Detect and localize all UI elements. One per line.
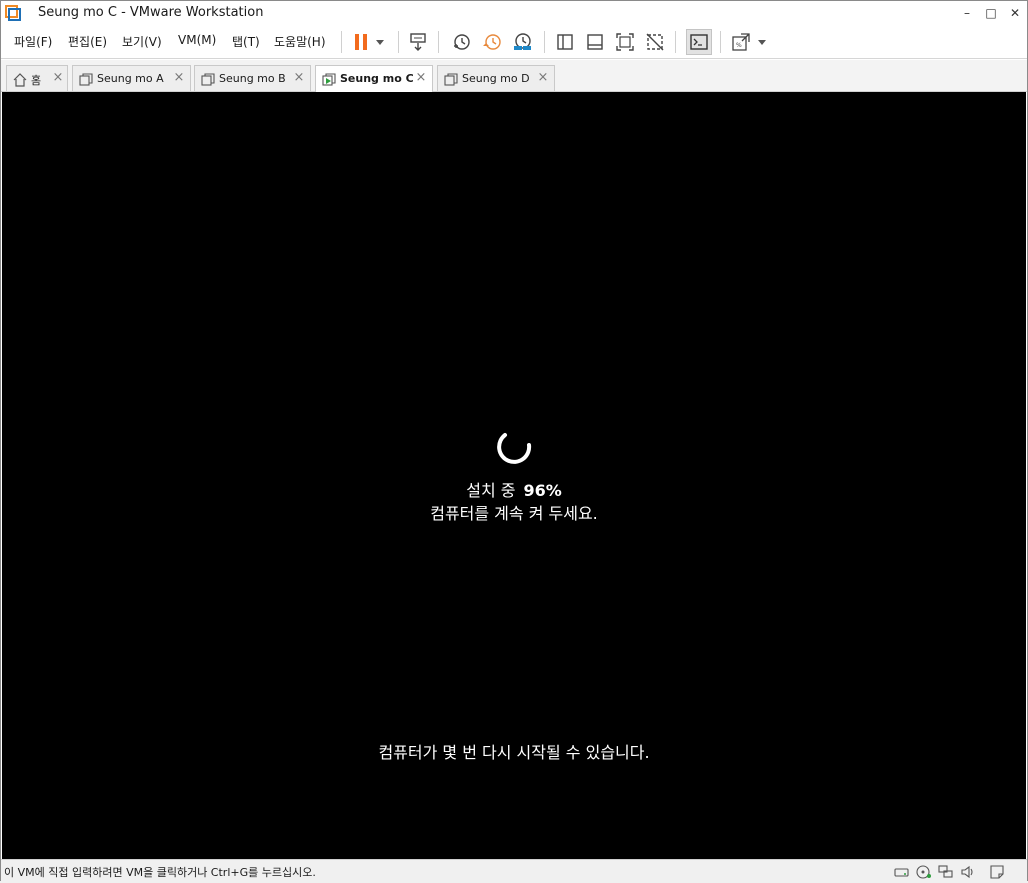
snapshot-take-icon[interactable]: [451, 31, 473, 53]
status-hint: 이 VM에 직접 입력하려면 VM을 클릭하거나 Ctrl+G를 누르십시오.: [4, 866, 316, 879]
sound-icon[interactable]: [960, 864, 976, 879]
toolbar-separator: [398, 31, 399, 53]
tab-seung-mo-d[interactable]: Seung mo D ×: [437, 65, 555, 91]
installing-label: 설치 중: [466, 481, 516, 500]
close-tab-icon[interactable]: ×: [536, 70, 550, 85]
tab-bar: 홈 × Seung mo A × Seung mo B × Seung mo C…: [1, 60, 1027, 92]
menu-toolbar: 파일(F) 편집(E) 보기(V) VM(M) 탭(T) 도움말(H) %: [1, 25, 1027, 59]
maximize-button[interactable]: □: [979, 1, 1003, 25]
vmware-app-icon: [5, 5, 21, 21]
window-title: Seung mo C - VMware Workstation: [38, 5, 264, 20]
tab-seung-mo-a[interactable]: Seung mo A ×: [72, 65, 191, 91]
snapshot-revert-icon[interactable]: [481, 31, 503, 53]
tab-label: Seung mo C: [340, 72, 414, 85]
send-ctrl-alt-del-icon[interactable]: [408, 31, 430, 53]
snapshot-manager-icon[interactable]: [511, 31, 533, 53]
tab-label: Seung mo A: [97, 72, 164, 85]
dropdown-arrow-icon[interactable]: [372, 31, 388, 53]
vmware-window: Seung mo C - VMware Workstation – □ ✕ 파일…: [0, 0, 1028, 881]
toolbar-separator: [341, 31, 342, 53]
vm-icon: [444, 72, 458, 86]
close-tab-icon[interactable]: ×: [172, 70, 186, 85]
close-button[interactable]: ✕: [1003, 1, 1027, 25]
toolbar-separator: [544, 31, 545, 53]
message-log-icon[interactable]: [989, 864, 1005, 879]
toolbar-separator: [720, 31, 721, 53]
pause-icon[interactable]: [351, 31, 373, 53]
close-tab-icon[interactable]: ×: [414, 70, 428, 85]
install-status: 설치 중 96%: [2, 477, 1026, 501]
show-library-icon[interactable]: [554, 31, 576, 53]
tab-label: Seung mo D: [462, 72, 530, 85]
toolbar-separator: [675, 31, 676, 53]
unity-icon[interactable]: [644, 31, 666, 53]
status-bar: 이 VM에 직접 입력하려면 VM을 클릭하거나 Ctrl+G를 누르십시오.: [1, 859, 1027, 881]
close-tab-icon[interactable]: ×: [292, 70, 306, 85]
vm-console-screen[interactable]: 설치 중 96% 컴퓨터를 계속 켜 두세요. 컴퓨터가 몇 번 다시 시작될 수…: [2, 92, 1026, 859]
home-icon: [13, 72, 27, 87]
menu-help[interactable]: 도움말(H): [274, 33, 326, 50]
install-progress: 96%: [523, 481, 562, 500]
vm-icon: [201, 72, 215, 86]
tab-label: 홈: [31, 74, 42, 87]
vm-icon: [79, 72, 93, 86]
restart-note-text: 컴퓨터가 몇 번 다시 시작될 수 있습니다.: [378, 743, 650, 762]
dropdown-arrow-icon[interactable]: [754, 31, 770, 53]
cd-dvd-icon[interactable]: [916, 864, 932, 879]
network-adapter-icon[interactable]: [938, 864, 954, 878]
menu-edit[interactable]: 편집(E): [68, 33, 107, 50]
menu-file[interactable]: 파일(F): [14, 33, 52, 50]
menu-vm[interactable]: VM(M): [178, 33, 216, 47]
tab-seung-mo-b[interactable]: Seung mo B ×: [194, 65, 311, 91]
stretch-guest-icon[interactable]: %: [730, 31, 752, 53]
title-bar: Seung mo C - VMware Workstation – □ ✕: [1, 1, 1027, 25]
tab-home[interactable]: 홈 ×: [6, 65, 68, 91]
minimize-button[interactable]: –: [955, 1, 979, 25]
show-thumbnail-icon[interactable]: [584, 31, 606, 53]
hard-disk-icon[interactable]: [894, 864, 910, 878]
tab-seung-mo-c[interactable]: Seung mo C ×: [315, 65, 433, 92]
console-view-icon[interactable]: [686, 29, 712, 55]
loading-spinner-icon: [495, 427, 535, 467]
full-screen-icon[interactable]: [614, 31, 636, 53]
keep-computer-on-text: 컴퓨터를 계속 켜 두세요.: [430, 504, 598, 523]
menu-view[interactable]: 보기(V): [122, 33, 162, 50]
toolbar-separator: [438, 31, 439, 53]
svg-text:%: %: [736, 42, 742, 49]
close-tab-icon[interactable]: ×: [51, 70, 65, 85]
menu-tabs[interactable]: 탭(T): [232, 33, 260, 50]
vm-running-icon: [322, 72, 336, 86]
tab-label: Seung mo B: [219, 72, 286, 85]
